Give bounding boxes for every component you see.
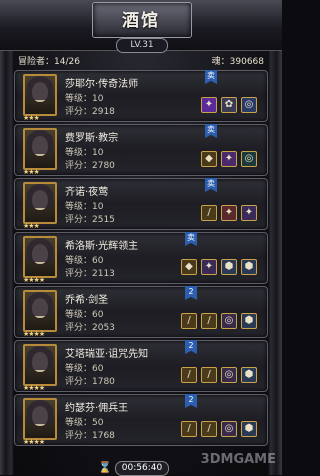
equipment-slot[interactable]: ⬢ bbox=[221, 259, 237, 275]
hero-list[interactable]: ★★★ 莎耶尔·传奇法师 等级：10 评分：2918 卖 ✦ ✿ ◎ ★★★ 费罗斯·教宗 等级：1… bbox=[14, 70, 268, 466]
hero-name: 费罗斯·教宗 bbox=[65, 133, 119, 144]
hero-status-badge: 2 bbox=[185, 394, 197, 408]
page-title: 酒馆 bbox=[122, 11, 160, 31]
hero-card[interactable]: ★★★ 费罗斯·教宗 等级：10 评分：2780 卖 ◆ ✦ ◎ bbox=[14, 124, 268, 176]
hero-card[interactable]: ★★★★ 乔希·剑圣 等级：60 评分：2053 2// ◎ ⬢ bbox=[14, 286, 268, 338]
hero-rank-stars: ★★★ bbox=[23, 114, 40, 122]
hero-name: 齐诺·夜莺 bbox=[65, 187, 109, 198]
equipment-slot[interactable]: / bbox=[181, 313, 197, 329]
hero-status-badge: 卖 bbox=[205, 178, 217, 192]
equipment-slot[interactable]: ✦ bbox=[241, 205, 257, 221]
hero-portrait[interactable] bbox=[23, 236, 57, 278]
equipment-slot[interactable]: ⬢ bbox=[241, 367, 257, 383]
hero-name: 艾塔瑞亚·诅咒先知 bbox=[65, 349, 149, 360]
equipment-slot[interactable]: ⬢ bbox=[241, 259, 257, 275]
hero-card[interactable]: ★★★★ 艾塔瑞亚·诅咒先知 等级：60 评分：1780 2// ◎ ⬢ bbox=[14, 340, 268, 392]
equipment-slot[interactable]: / bbox=[181, 421, 197, 437]
hero-rank-stars: ★★★★ bbox=[23, 438, 45, 446]
hero-level: 等级：10 bbox=[65, 148, 104, 158]
hero-score: 评分：1768 bbox=[65, 431, 115, 441]
tavern-level-badge: LV.31 bbox=[116, 38, 168, 53]
equipment-slot[interactable]: ⬢ bbox=[241, 313, 257, 329]
hero-name: 莎耶尔·传奇法师 bbox=[65, 79, 139, 90]
equipment-slot[interactable]: ◎ bbox=[241, 97, 257, 113]
right-border bbox=[268, 20, 282, 475]
equipment-slot[interactable]: / bbox=[201, 421, 217, 437]
equipment-slot[interactable]: / bbox=[201, 367, 217, 383]
adventurer-count: 冒险者：14/26 bbox=[18, 57, 80, 67]
equipment-slot[interactable]: ✦ bbox=[221, 205, 237, 221]
equipment-slot[interactable]: ⬢ bbox=[241, 421, 257, 437]
equipment-slot[interactable]: ◆ bbox=[181, 259, 197, 275]
hero-portrait[interactable] bbox=[23, 128, 57, 170]
hero-rank-stars: ★★★★ bbox=[23, 330, 45, 338]
hero-rank-stars: ★★★★ bbox=[23, 276, 45, 284]
refresh-timer: 00:56:40 bbox=[115, 461, 169, 476]
hero-status-badge: 卖 bbox=[185, 232, 197, 246]
equipment-slot[interactable]: ◎ bbox=[241, 151, 257, 167]
equipment-slot[interactable]: ◆ bbox=[201, 151, 217, 167]
clock-icon: ⌛ bbox=[98, 461, 112, 474]
hero-name: 乔希·剑圣 bbox=[65, 295, 109, 306]
hero-portrait[interactable] bbox=[23, 182, 57, 224]
equipment-slot[interactable]: / bbox=[201, 205, 217, 221]
hero-rank-stars: ★★★ bbox=[23, 222, 40, 230]
hero-status-badge: 卖 bbox=[205, 124, 217, 138]
hero-portrait[interactable] bbox=[23, 74, 57, 116]
hero-card[interactable]: ★★★★ 约瑟芬·佣兵王 等级：50 评分：1768 2// ◎ ⬢ bbox=[14, 394, 268, 446]
hero-level: 等级：10 bbox=[65, 94, 104, 104]
hero-score: 评分：1780 bbox=[65, 377, 115, 387]
hero-name: 希洛斯·光辉领主 bbox=[65, 241, 139, 252]
hero-status-badge: 卖 bbox=[205, 70, 217, 84]
hero-level: 等级：10 bbox=[65, 202, 104, 212]
hero-score: 评分：2113 bbox=[65, 269, 115, 279]
hero-status-badge: 2 bbox=[185, 286, 197, 300]
equipment-slot[interactable]: / bbox=[181, 367, 197, 383]
stats-bar: 冒险者：14/26 魂：390668 bbox=[14, 54, 268, 68]
hero-status-badge: 2 bbox=[185, 340, 197, 354]
hero-rank-stars: ★★★ bbox=[23, 168, 40, 176]
equipment-slot[interactable]: ✿ bbox=[221, 97, 237, 113]
hero-level: 等级：50 bbox=[65, 418, 104, 428]
hero-level: 等级：60 bbox=[65, 310, 104, 320]
hero-portrait[interactable] bbox=[23, 398, 57, 440]
hero-portrait[interactable] bbox=[23, 290, 57, 332]
equipment-slot[interactable]: ◎ bbox=[221, 313, 237, 329]
hero-card[interactable]: ★★★ 齐诺·夜莺 等级：10 评分：2515 卖 / ✦ ✦ bbox=[14, 178, 268, 230]
soul-count: 魂：390668 bbox=[211, 57, 264, 67]
equipment-slot[interactable]: ◎ bbox=[221, 421, 237, 437]
hero-score: 评分：2053 bbox=[65, 323, 115, 333]
hero-portrait[interactable] bbox=[23, 344, 57, 386]
hero-card[interactable]: ★★★ 莎耶尔·传奇法师 等级：10 评分：2918 卖 ✦ ✿ ◎ bbox=[14, 70, 268, 122]
hero-rank-stars: ★★★★ bbox=[23, 384, 45, 392]
equipment-slot[interactable]: ✦ bbox=[201, 259, 217, 275]
hero-score: 评分：2780 bbox=[65, 161, 115, 171]
equipment-slot[interactable]: ◎ bbox=[221, 367, 237, 383]
equipment-slot[interactable]: ✦ bbox=[201, 97, 217, 113]
equipment-slot[interactable]: / bbox=[201, 313, 217, 329]
hero-level: 等级：60 bbox=[65, 256, 104, 266]
hero-name: 约瑟芬·佣兵王 bbox=[65, 403, 129, 414]
equipment-slot[interactable]: ✦ bbox=[221, 151, 237, 167]
hero-score: 评分：2918 bbox=[65, 107, 115, 117]
hero-level: 等级：60 bbox=[65, 364, 104, 374]
left-border bbox=[0, 20, 14, 475]
watermark: 3DMGAME bbox=[200, 452, 276, 467]
hero-score: 评分：2515 bbox=[65, 215, 115, 225]
hero-card[interactable]: ★★★★ 希洛斯·光辉领主 等级：60 评分：2113 卖 ◆ ✦ ⬢ ⬢ bbox=[14, 232, 268, 284]
